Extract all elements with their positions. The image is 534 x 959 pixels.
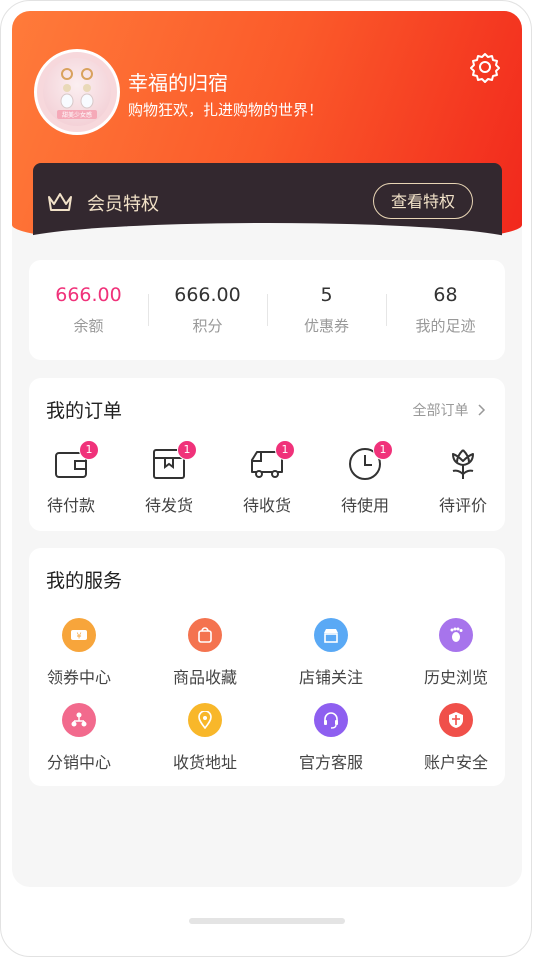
headset-icon xyxy=(314,703,348,737)
crown-icon xyxy=(48,193,72,211)
service-favorites[interactable]: 商品收藏 xyxy=(155,618,255,698)
chevron-right-icon xyxy=(478,404,486,416)
svg-text:¥: ¥ xyxy=(76,632,81,641)
orders-title: 我的订单 xyxy=(46,400,123,422)
stat-coupons[interactable]: 5 优惠券 xyxy=(267,260,386,360)
service-label: 收货地址 xyxy=(172,753,237,772)
stat-points[interactable]: 666.00 积分 xyxy=(148,260,267,360)
service-history[interactable]: 历史浏览 xyxy=(406,618,506,698)
service-store-follow[interactable]: 店铺关注 xyxy=(281,618,381,698)
order-label: 待使用 xyxy=(340,496,389,515)
service-label: 领券中心 xyxy=(46,668,111,687)
coupon-icon: ¥ xyxy=(62,618,96,652)
home-indicator[interactable] xyxy=(189,918,345,924)
order-badge: 1 xyxy=(177,440,197,460)
orders-card: 我的订单 全部订单 1 待付款 1 待发货 1 待收货 1 待使用 待评价 xyxy=(29,378,505,531)
stat-value: 666.00 xyxy=(174,284,241,306)
all-orders-link[interactable]: 全部订单 xyxy=(413,400,487,420)
vip-title: 会员特权 xyxy=(87,194,159,215)
service-distribution[interactable]: 分销中心 xyxy=(29,703,129,783)
services-card: 我的服务 ¥ 领券中心 商品收藏 店铺关注 历史浏览 分销中心 收货地址 官方客… xyxy=(29,548,505,786)
settings-button[interactable] xyxy=(467,49,503,85)
service-label: 历史浏览 xyxy=(423,668,488,687)
order-badge: 1 xyxy=(79,440,99,460)
screen: 甜美少女感 幸福的归宿 购物狂欢，扎进购物的世界！ 会员特权 查看特权 666.… xyxy=(12,11,522,887)
order-pending-shipment[interactable]: 1 待发货 xyxy=(129,440,209,520)
stat-value: 666.00 xyxy=(55,284,122,306)
stat-label: 积分 xyxy=(192,317,223,335)
order-pending-payment[interactable]: 1 待付款 xyxy=(31,440,111,520)
bag-icon xyxy=(188,618,222,652)
stat-footprints[interactable]: 68 我的足迹 xyxy=(386,260,505,360)
order-to-use[interactable]: 1 待使用 xyxy=(325,440,405,520)
service-account-security[interactable]: 账户安全 xyxy=(406,703,506,783)
service-address[interactable]: 收货地址 xyxy=(155,703,255,783)
avatar[interactable]: 甜美少女感 xyxy=(34,49,120,135)
service-customer-support[interactable]: 官方客服 xyxy=(281,703,381,783)
avatar-image: 甜美少女感 xyxy=(43,58,111,126)
service-coupon-center[interactable]: ¥ 领券中心 xyxy=(29,618,129,698)
stat-value: 5 xyxy=(320,284,333,306)
order-pending-receipt[interactable]: 1 待收货 xyxy=(227,440,307,520)
order-to-review[interactable]: 待评价 xyxy=(423,440,503,520)
stat-label: 余额 xyxy=(73,317,104,335)
all-orders-label: 全部订单 xyxy=(412,403,469,419)
order-badge: 1 xyxy=(373,440,393,460)
svg-text:甜美少女感: 甜美少女感 xyxy=(62,111,92,119)
order-label: 待评价 xyxy=(438,496,487,515)
stat-balance[interactable]: 666.00 余额 xyxy=(29,260,148,360)
gear-icon xyxy=(470,53,500,83)
username: 幸福的归宿 xyxy=(128,71,228,95)
order-label: 待收货 xyxy=(242,496,291,515)
service-label: 店铺关注 xyxy=(298,668,363,687)
stats-card: 666.00 余额 666.00 积分 5 优惠券 68 我的足迹 xyxy=(29,260,505,360)
footprint-icon xyxy=(439,618,473,652)
service-label: 官方客服 xyxy=(298,753,363,772)
order-badge: 1 xyxy=(275,440,295,460)
phone-frame: 甜美少女感 幸福的归宿 购物狂欢，扎进购物的世界！ 会员特权 查看特权 666.… xyxy=(0,0,532,957)
order-label: 待发货 xyxy=(144,496,193,515)
user-signature: 购物狂欢，扎进购物的世界！ xyxy=(128,101,324,119)
flower-icon xyxy=(452,449,474,479)
services-title: 我的服务 xyxy=(46,570,123,592)
stat-label: 优惠券 xyxy=(303,317,349,335)
header-curve xyxy=(12,223,522,263)
stat-value: 68 xyxy=(433,284,458,306)
order-label: 待付款 xyxy=(46,496,95,515)
store-icon xyxy=(314,618,348,652)
service-label: 商品收藏 xyxy=(172,668,237,687)
shield-icon xyxy=(439,703,473,737)
stat-label: 我的足迹 xyxy=(415,317,476,335)
profile-header: 甜美少女感 幸福的归宿 购物狂欢，扎进购物的世界！ 会员特权 查看特权 xyxy=(12,11,522,247)
earring-image-icon: 甜美少女感 xyxy=(57,68,97,119)
service-label: 账户安全 xyxy=(423,753,488,772)
view-privileges-button[interactable]: 查看特权 xyxy=(373,183,473,219)
service-label: 分销中心 xyxy=(46,753,111,772)
distribution-icon xyxy=(62,703,96,737)
location-icon xyxy=(188,703,222,737)
